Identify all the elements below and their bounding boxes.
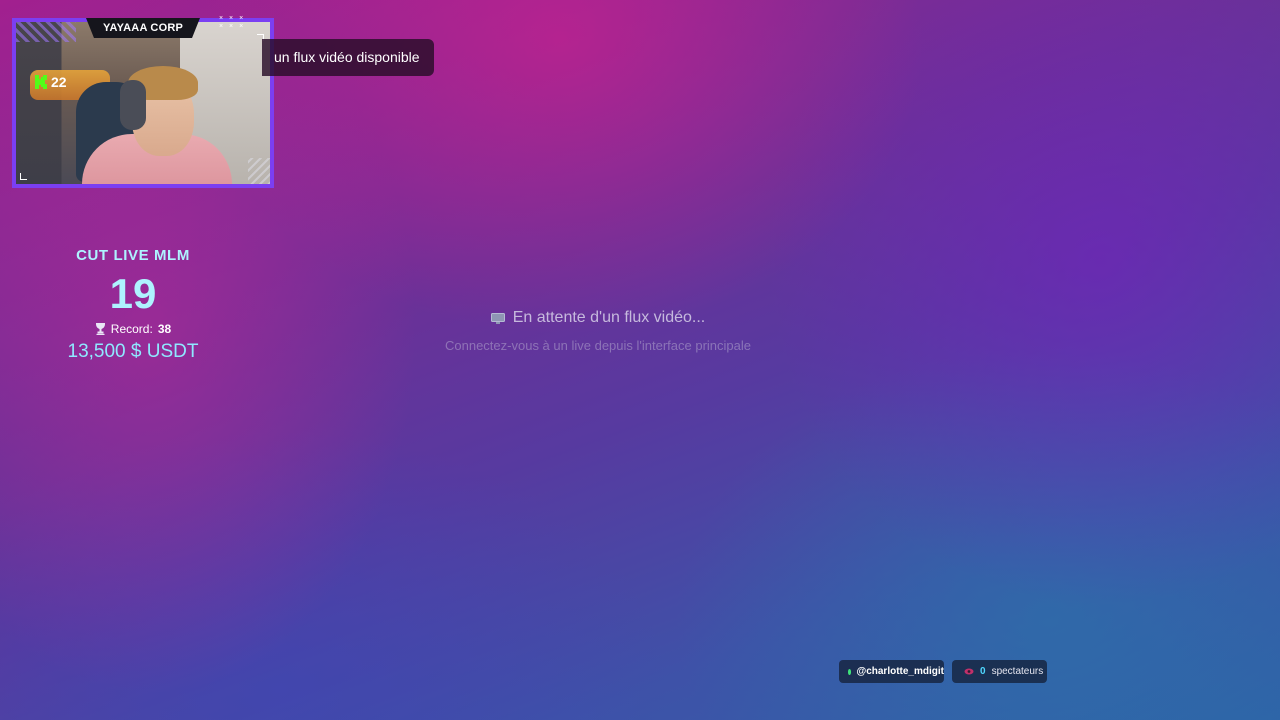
kick-logo-icon — [35, 75, 47, 89]
kick-follower-badge: 22 — [34, 73, 67, 91]
waiting-hint: Connectez-vous à un live depuis l'interf… — [445, 338, 751, 353]
frame-decoration-top-left — [16, 22, 76, 42]
counter-title: CUT LIVE MLM — [76, 247, 190, 264]
record-value: 38 — [157, 322, 172, 336]
stream-available-toast[interactable]: un flux vidéo disponible — [262, 39, 434, 76]
record-label: Record: — [110, 322, 153, 336]
webcam-frame: 22 — [12, 18, 274, 188]
cut-counter-widget: CUT LIVE MLM 19 Record: 38 13,500 $ USDT — [40, 246, 226, 364]
frame-corner-mark — [20, 173, 27, 180]
streamer-headset — [120, 80, 146, 130]
viewer-count-chip: 0 spectateurs — [952, 660, 1047, 683]
waiting-text: En attente d'un flux vidéo... — [512, 309, 706, 326]
waiting-for-stream-panel: En attente d'un flux vidéo... Connectez-… — [398, 306, 798, 354]
monitor-icon — [490, 312, 505, 324]
channel-name-tab: YAYAAA CORP — [86, 18, 200, 38]
webcam-video — [16, 22, 270, 184]
frame-decoration-bottom-right — [248, 158, 270, 184]
counter-amount: 13,500 $ USDT — [67, 341, 199, 362]
waiting-message: En attente d'un flux vidéo... — [398, 306, 798, 330]
viewer-label: spectateurs — [991, 666, 1044, 677]
trophy-icon — [95, 323, 105, 335]
streamer-username-chip[interactable]: @charlotte_mdigit — [839, 660, 944, 683]
kick-follower-count: 22 — [51, 74, 67, 90]
viewer-count: 0 — [980, 666, 986, 677]
counter-value: 19 — [109, 270, 157, 317]
streamer-username: @charlotte_mdigit — [856, 666, 944, 677]
frame-decoration-dots: × × × × × × — [219, 15, 246, 30]
live-status-dot — [848, 668, 852, 675]
counter-record: Record: 38 — [40, 321, 226, 337]
eye-icon — [964, 668, 974, 675]
